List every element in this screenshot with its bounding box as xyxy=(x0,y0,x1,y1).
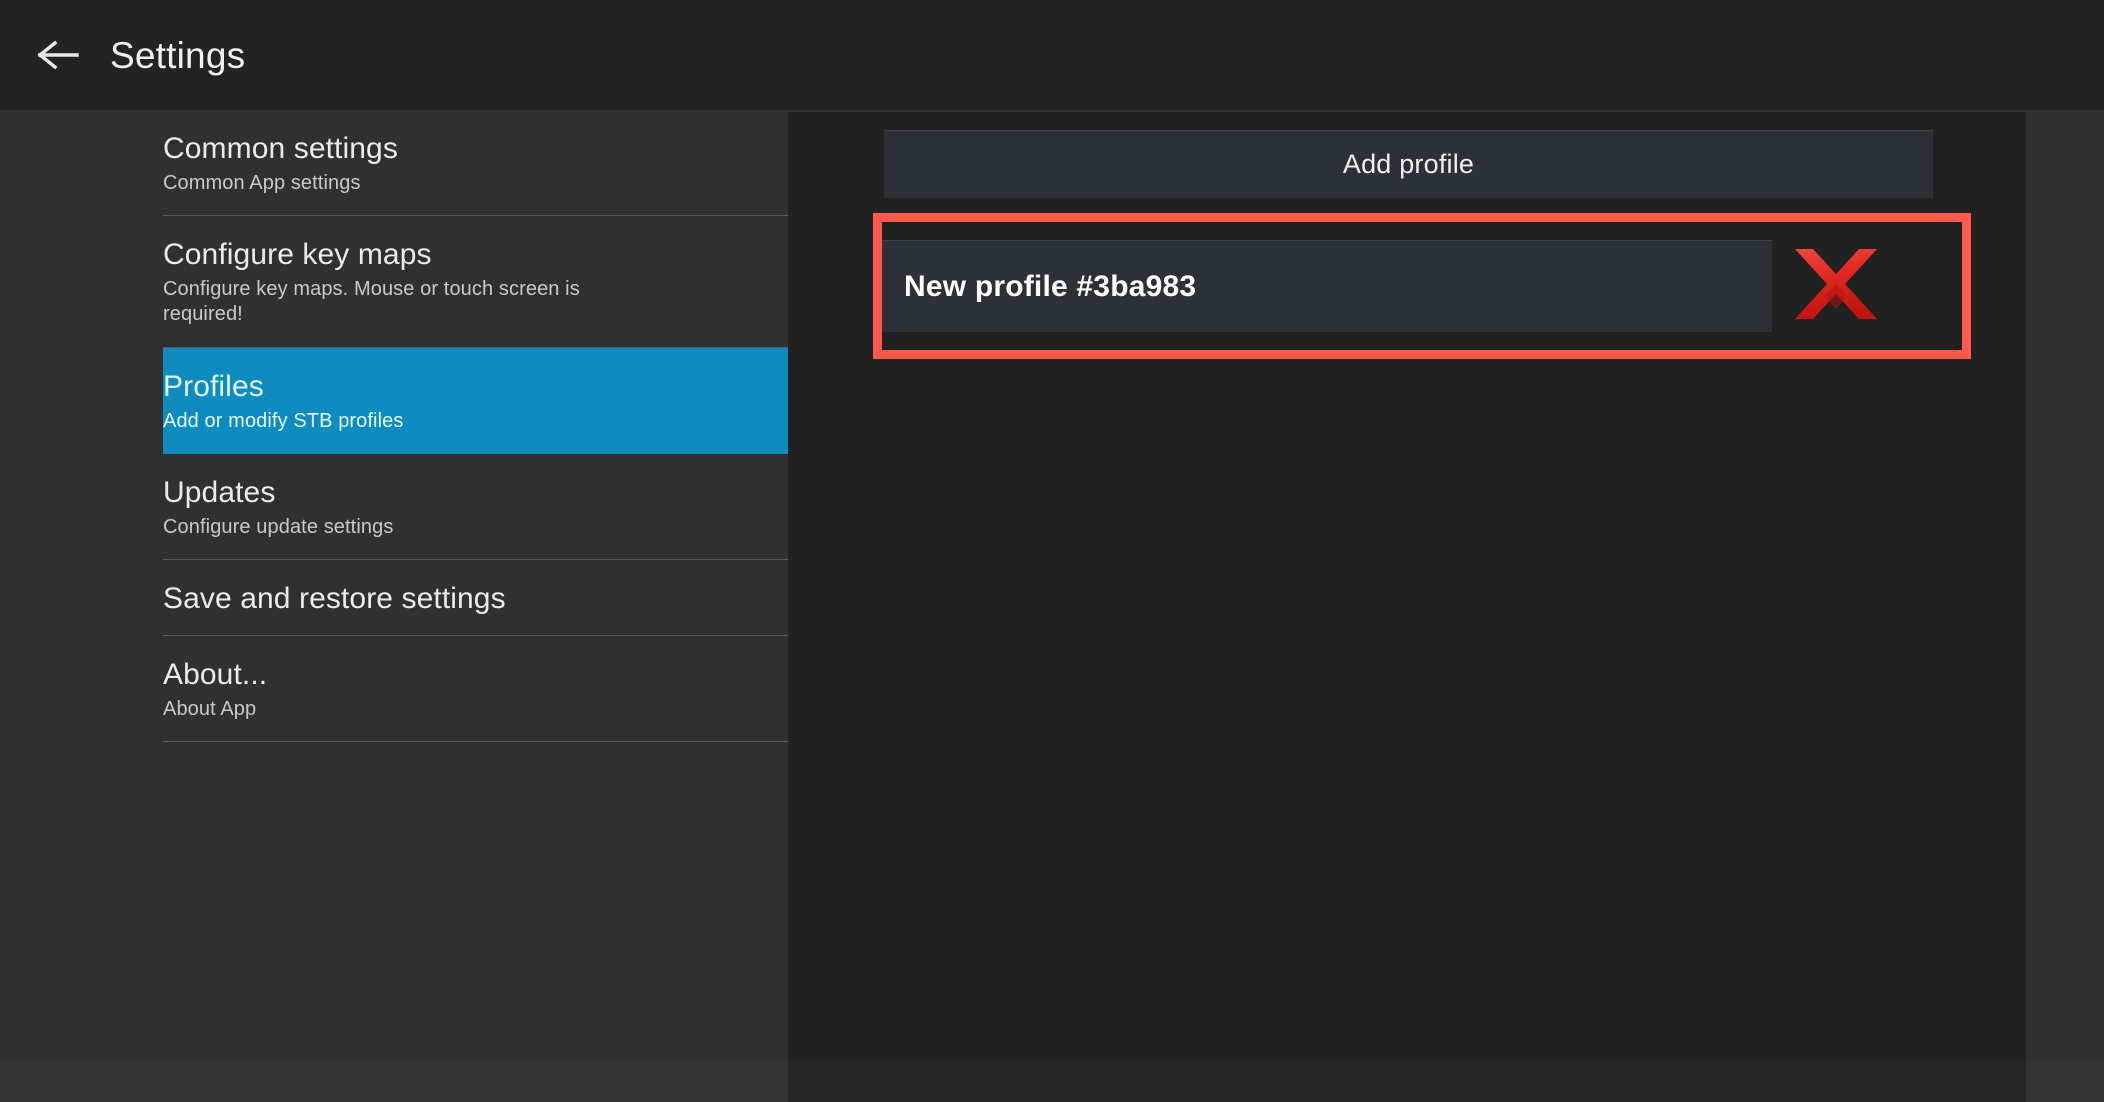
sidebar-item-text: Configure key maps Configure key maps. Mo… xyxy=(163,238,758,328)
sidebar-item-body: Profiles Add or modify STB profiles xyxy=(163,347,788,455)
profile-list-item: New profile #3ba983 xyxy=(882,222,1962,350)
sidebar-item-title: Profiles xyxy=(163,369,264,403)
sidebar-item-save-and-restore-settings[interactable]: Save and restore settings xyxy=(0,560,788,636)
sidebar-item-subtitle: Configure key maps. Mouse or touch scree… xyxy=(163,277,580,326)
sidebar-item-updates[interactable]: Updates Configure update settings xyxy=(0,454,788,561)
back-arrow-icon[interactable] xyxy=(36,32,82,78)
profile-name-label: New profile #3ba983 xyxy=(904,269,1197,303)
settings-nav-list: Common settings Common App settings Config… xyxy=(0,110,788,743)
sidebar-item-body: About... About App xyxy=(163,636,788,742)
sidebar-item-configure-key-maps[interactable]: Configure key maps Configure key maps. Mo… xyxy=(0,216,788,348)
sidebar-item-title: Configure key maps xyxy=(163,238,432,272)
sidebar-item-text: About... About App xyxy=(163,658,758,722)
sidebar-item-subtitle: Add or modify STB profiles xyxy=(163,409,404,432)
profiles-panel: Add profile New profile #3ba983 xyxy=(788,110,2026,1102)
add-profile-label: Add profile xyxy=(1342,149,1475,179)
profile-name-field[interactable]: New profile #3ba983 xyxy=(882,240,1772,332)
sidebar-item-text: Updates Configure update settings xyxy=(163,476,758,540)
add-profile-button[interactable]: Add profile xyxy=(884,130,1933,198)
sidebar-item-subtitle: About App xyxy=(163,697,257,720)
settings-sidebar: Common settings Common App settings Config… xyxy=(0,110,788,1102)
settings-app-window: Settings Common settings Common App setti… xyxy=(0,0,2104,1102)
bottom-strip xyxy=(0,1060,2104,1102)
sidebar-item-subtitle: Configure update settings xyxy=(163,515,394,538)
sidebar-item-title: Common settings xyxy=(163,132,398,165)
sidebar-item-common-settings[interactable]: Common settings Common App settings xyxy=(0,110,788,217)
content-area: Common settings Common App settings Config… xyxy=(0,110,2104,1102)
sidebar-item-body: Common settings Common App settings xyxy=(163,110,788,216)
sidebar-item-title: About... xyxy=(163,657,268,691)
sidebar-item-body: Configure key maps Configure key maps. Mo… xyxy=(163,216,788,348)
page-title: Settings xyxy=(110,34,246,76)
sidebar-item-body: Save and restore settings xyxy=(163,560,788,636)
sidebar-item-text: Save and restore settings xyxy=(163,582,758,616)
sidebar-item-body: Updates Configure update settings xyxy=(163,454,788,560)
sidebar-item-subtitle: Common App settings xyxy=(163,171,361,194)
sidebar-item-text: Common settings Common App settings xyxy=(163,132,758,196)
app-header: Settings xyxy=(0,0,2104,110)
sidebar-item-title: Updates xyxy=(163,476,276,510)
red-cross-delete-icon[interactable] xyxy=(1780,240,1892,332)
sidebar-item-profiles[interactable]: Profiles Add or modify STB profiles xyxy=(0,347,788,455)
panel-top-edge xyxy=(788,110,2026,112)
sidebar-item-about[interactable]: About... About App xyxy=(0,636,788,743)
sidebar-item-text: Profiles Add or modify STB profiles xyxy=(163,370,788,434)
sidebar-divider xyxy=(163,741,788,743)
sidebar-item-title: Save and restore settings xyxy=(163,582,506,616)
